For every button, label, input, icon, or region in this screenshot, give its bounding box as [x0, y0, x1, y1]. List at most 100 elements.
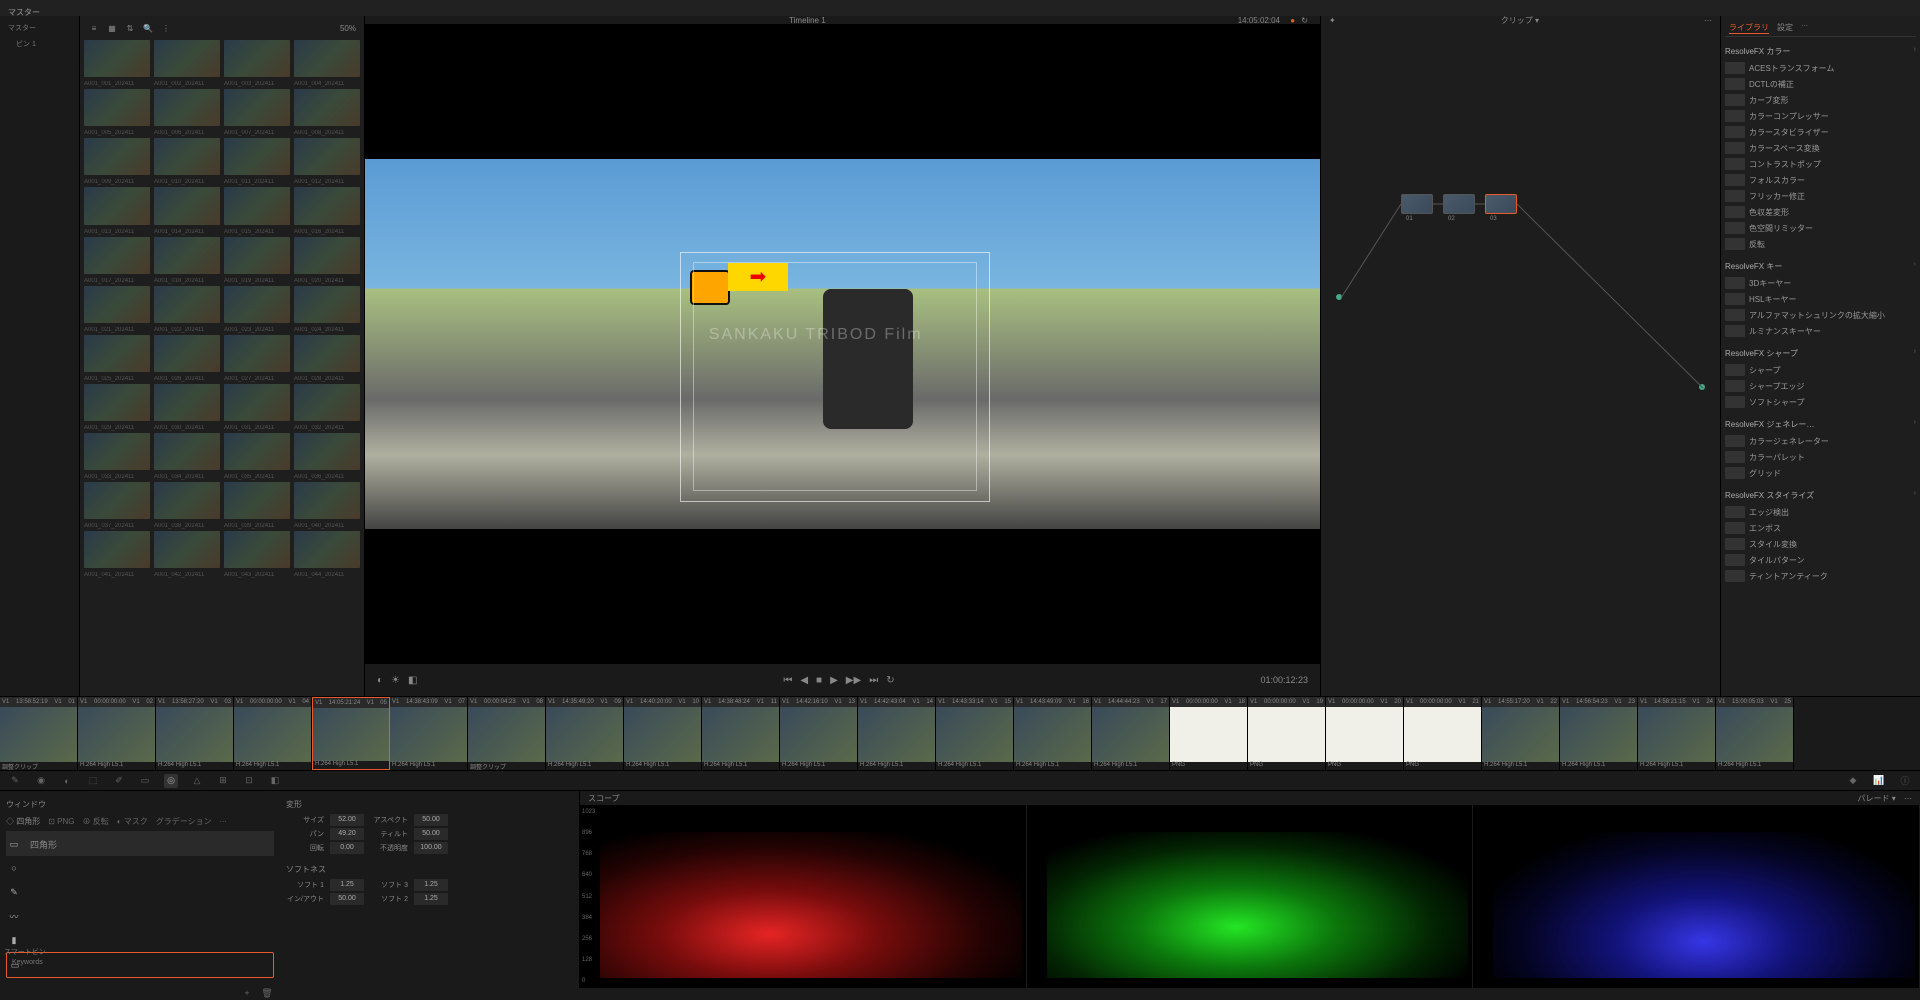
fx-item[interactable]: カラージェネレーター	[1725, 433, 1916, 449]
media-thumb[interactable]: A001_020_202411	[294, 237, 360, 274]
fx-item[interactable]: ACESトランスフォーム	[1725, 60, 1916, 76]
timeline-clip[interactable]: V114:38:48:24V111 H.264 High L5.1	[702, 697, 780, 770]
timeline-clip[interactable]: V114:42:16:10V113 H.264 High L5.1	[780, 697, 858, 770]
media-thumb[interactable]: A001_008_202411	[294, 89, 360, 126]
fx-item[interactable]: カーブ変形	[1725, 92, 1916, 108]
timeline-clip[interactable]: V114:05:21:24V105 H.264 High L5.1	[312, 697, 390, 770]
wipe-icon[interactable]: ◧	[408, 675, 417, 686]
media-thumb[interactable]: A001_018_202411	[154, 237, 220, 274]
fx-section-title[interactable]: ResolveFX カラー›	[1725, 43, 1916, 60]
media-thumb[interactable]: A001_003_202411	[224, 40, 290, 77]
blur-icon[interactable]: △	[190, 774, 204, 788]
key-icon[interactable]: ⊞	[216, 774, 230, 788]
aspect-value[interactable]: 50.00	[414, 814, 448, 826]
media-thumb[interactable]: A001_035_202411	[224, 433, 290, 470]
shape-gradient[interactable]: ▮	[6, 928, 274, 952]
sizing-icon[interactable]: ⊡	[242, 774, 256, 788]
timeline-clip[interactable]: V114:58:21:15V124 H.264 High L5.1	[1638, 697, 1716, 770]
fx-item[interactable]: エンボス	[1725, 520, 1916, 536]
loop-icon[interactable]: ↻	[886, 675, 894, 686]
fx-item[interactable]: ティントアンティーク	[1725, 568, 1916, 584]
bin-1[interactable]: ビン 1	[4, 36, 75, 52]
media-thumb[interactable]: A001_028_202411	[294, 335, 360, 372]
shapes-tab[interactable]: ◇ 四角形	[6, 816, 40, 827]
media-thumb[interactable]: A001_014_202411	[154, 187, 220, 224]
timeline-clip[interactable]: V114:42:43:04V114 H.264 High L5.1	[858, 697, 936, 770]
fx-item[interactable]: カラースタビライザー	[1725, 124, 1916, 140]
size-value[interactable]: 52.00	[330, 814, 364, 826]
media-thumb[interactable]: A001_037_202411	[84, 482, 150, 519]
fx-item[interactable]: HSLキーヤー	[1725, 291, 1916, 307]
fx-item[interactable]: グリッド	[1725, 465, 1916, 481]
power-window-outer[interactable]	[680, 252, 990, 502]
inside-value[interactable]: 50.00	[330, 893, 364, 905]
settings-tab[interactable]: 設定	[1777, 22, 1793, 34]
invert-tab[interactable]: ⊕ 反転	[83, 816, 109, 827]
stop-icon[interactable]: ■	[816, 675, 822, 686]
fx-item[interactable]: シャープ	[1725, 362, 1916, 378]
timeline-clip[interactable]: V100:00:00:00V120 PNG	[1326, 697, 1404, 770]
media-thumb[interactable]: A001_004_202411	[294, 40, 360, 77]
fx-item[interactable]: タイルパターン	[1725, 552, 1916, 568]
media-thumb[interactable]: A001_034_202411	[154, 433, 220, 470]
media-thumb[interactable]: A001_029_202411	[84, 384, 150, 421]
media-thumb[interactable]: A001_002_202411	[154, 40, 220, 77]
gradient-tab[interactable]: グラデーション	[156, 816, 212, 827]
fx-section-title[interactable]: ResolveFX スタイライズ›	[1725, 487, 1916, 504]
media-thumb[interactable]: A001_023_202411	[224, 286, 290, 323]
info-icon[interactable]: ⓘ	[1898, 774, 1912, 788]
media-thumb[interactable]: A001_036_202411	[294, 433, 360, 470]
scopes-icon[interactable]: 📊	[1872, 774, 1886, 788]
fx-item[interactable]: 反転	[1725, 236, 1916, 252]
fx-item[interactable]: カラースペース変換	[1725, 140, 1916, 156]
soft3-value[interactable]: 1.25	[414, 879, 448, 891]
fx-item[interactable]: コントラストポップ	[1725, 156, 1916, 172]
timeline-clip[interactable]: V114:43:33:14V115 H.264 High L5.1	[936, 697, 1014, 770]
timeline-clip[interactable]: V114:35:49:20V109 H.264 High L5.1	[546, 697, 624, 770]
fx-item[interactable]: フリッカー修正	[1725, 188, 1916, 204]
step-fwd-icon[interactable]: ▶▶	[846, 675, 861, 686]
fx-section-title[interactable]: ResolveFX シャープ›	[1725, 345, 1916, 362]
current-timecode[interactable]: 01:00:12:23	[1260, 675, 1308, 685]
filter-icon[interactable]: ⋮	[160, 22, 172, 34]
shape-rect[interactable]: ▭ 四角形	[6, 832, 274, 856]
library-tab[interactable]: ライブラリ	[1729, 22, 1769, 34]
wheels-icon[interactable]: ◉	[34, 774, 48, 788]
media-thumb[interactable]: A001_016_202411	[294, 187, 360, 224]
search-icon[interactable]: 🔍	[142, 22, 154, 34]
media-thumb[interactable]: A001_031_202411	[224, 384, 290, 421]
media-thumb[interactable]: A001_025_202411	[84, 335, 150, 372]
bypass-icon[interactable]: ◐	[377, 675, 383, 686]
hue-icon[interactable]: ◐	[60, 774, 74, 788]
fx-section-title[interactable]: ResolveFX キー›	[1725, 258, 1916, 275]
media-thumb[interactable]: A001_044_202411	[294, 531, 360, 568]
fx-item[interactable]: アルファマットシュリンクの拡大縮小	[1725, 307, 1916, 323]
scopes-content[interactable]: 10238967686405123842561280	[580, 805, 1920, 988]
play-icon[interactable]: ▶	[830, 675, 838, 686]
tilt-value[interactable]: 50.00	[414, 828, 448, 840]
viewer-content[interactable]: ➡ SANKAKU TRIBOD Film	[365, 24, 1320, 664]
fx-item[interactable]: ソフトシャープ	[1725, 394, 1916, 410]
node-input[interactable]	[1336, 294, 1342, 300]
eyedropper-icon[interactable]: ✐	[112, 774, 126, 788]
zoom-label[interactable]: 50%	[340, 24, 356, 33]
curves-icon[interactable]: ✎	[8, 774, 22, 788]
add-shape-icon[interactable]: +	[240, 986, 254, 1000]
media-thumb[interactable]: A001_027_202411	[224, 335, 290, 372]
media-thumb[interactable]: A001_040_202411	[294, 482, 360, 519]
fx-item[interactable]: エッジ検出	[1725, 504, 1916, 520]
media-thumb[interactable]: A001_033_202411	[84, 433, 150, 470]
media-thumb[interactable]: A001_021_202411	[84, 286, 150, 323]
timeline-clip[interactable]: V114:38:43:09V107 H.264 High L5.1	[390, 697, 468, 770]
media-thumb[interactable]: A001_043_202411	[224, 531, 290, 568]
highlight-icon[interactable]: ☀	[391, 675, 400, 686]
fx-item[interactable]: 色収差変形	[1725, 204, 1916, 220]
soft1-value[interactable]: 1.25	[330, 879, 364, 891]
fx-item[interactable]: シャープエッジ	[1725, 378, 1916, 394]
fx-item[interactable]: フォルスカラー	[1725, 172, 1916, 188]
media-thumb[interactable]: A001_032_202411	[294, 384, 360, 421]
opacity-value[interactable]: 100.00	[414, 842, 448, 854]
timeline-clip[interactable]: V114:44:44:23V117 H.264 High L5.1	[1092, 697, 1170, 770]
media-thumb[interactable]: A001_041_202411	[84, 531, 150, 568]
png-tab[interactable]: ⊡ PNG	[48, 817, 74, 826]
